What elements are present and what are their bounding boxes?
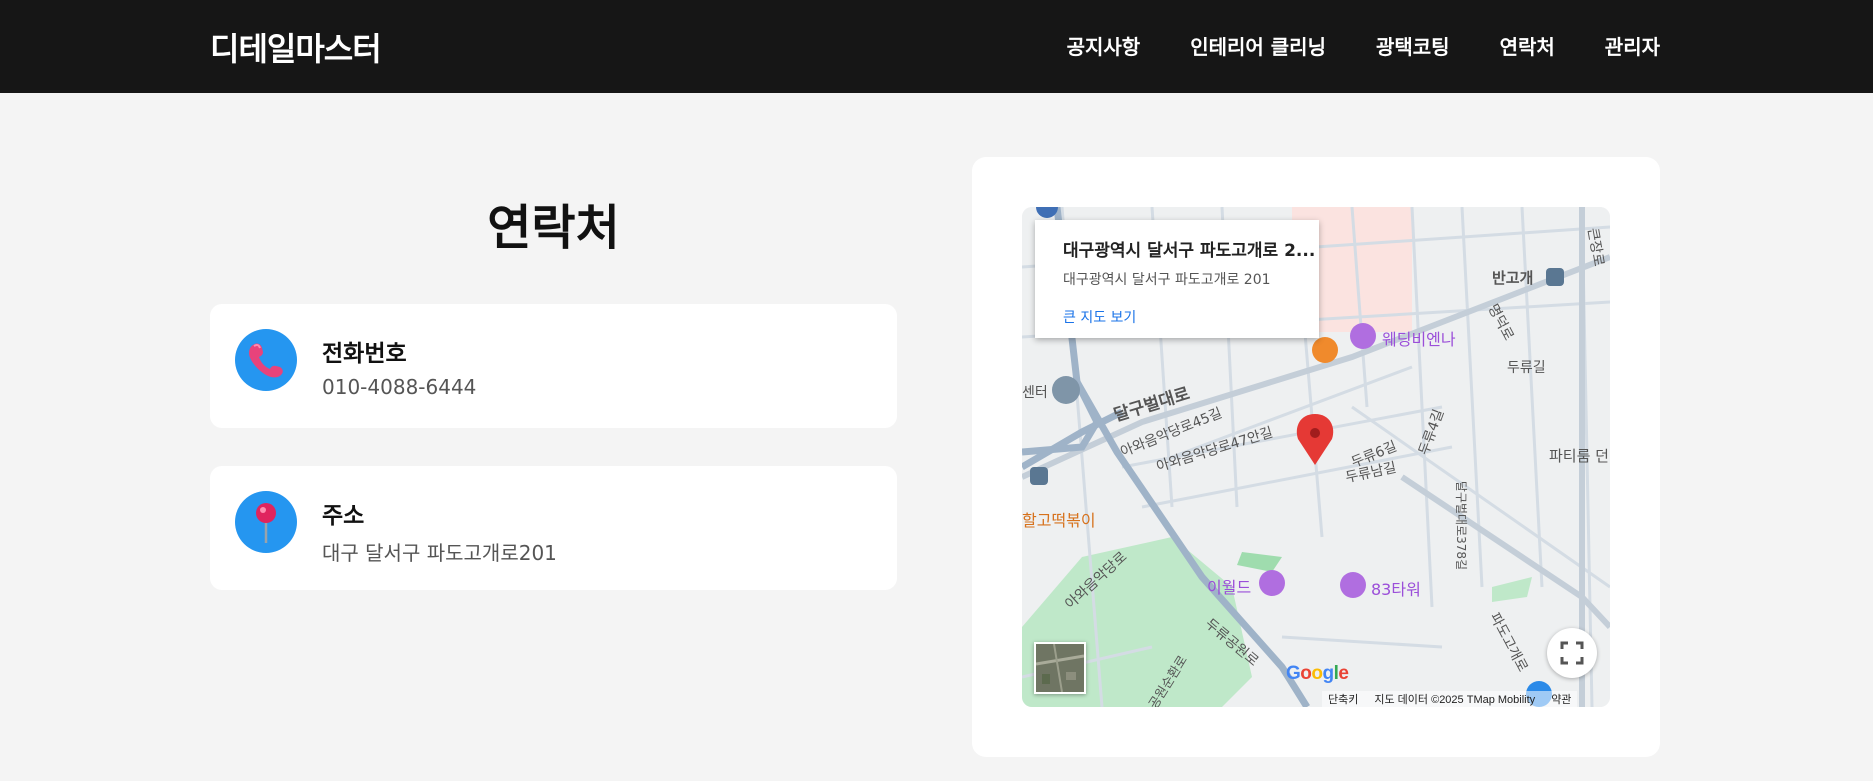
nav-notices[interactable]: 공지사항 xyxy=(1067,31,1141,60)
info-window-address: 대구광역시 달서구 파도고개로 201 xyxy=(1063,272,1271,288)
poi-label-83-tower[interactable]: 83타워 xyxy=(1371,576,1421,600)
terms-link[interactable]: 약관 xyxy=(1551,691,1571,707)
phone-icon xyxy=(235,329,297,391)
phone-card: 전화번호 010-4088-6444 xyxy=(210,304,897,428)
nav-interior-cleaning[interactable]: 인테리어 클리닝 xyxy=(1190,31,1326,60)
fullscreen-button[interactable] xyxy=(1547,628,1597,678)
map-label-street: 달구벌대로378길 xyxy=(1454,480,1469,571)
google-logo: Google xyxy=(1286,663,1349,684)
page-title: 연락처 xyxy=(487,200,620,256)
pin-icon xyxy=(235,491,297,553)
map-panel: 달구벌대로 아와음악당로45길 아와음악당로47안길 아와음악당로 두류공원로 … xyxy=(972,157,1660,757)
address-card: 주소 대구 달서구 파도고개로201 xyxy=(210,466,897,590)
poi-label-restaurant[interactable]: 할고떡볶이 xyxy=(1022,507,1096,531)
site-logo[interactable]: 디테일마스터 xyxy=(210,24,382,70)
map-info-window: 대구광역시 달서구 파도고개로 2... 대구광역시 달서구 파도고개로 201… xyxy=(1035,220,1319,338)
fullscreen-icon xyxy=(1560,641,1584,665)
address-label: 주소 xyxy=(322,503,365,529)
view-larger-map-link[interactable]: 큰 지도 보기 xyxy=(1063,307,1136,327)
google-map[interactable]: 달구벌대로 아와음악당로45길 아와음악당로47안길 아와음악당로 두류공원로 … xyxy=(1022,207,1610,707)
nav-contact[interactable]: 연락처 xyxy=(1500,31,1555,60)
map-label-place: 파티룸 던 xyxy=(1549,447,1609,465)
poi-label-eworld[interactable]: 이월드 xyxy=(1207,574,1251,598)
phone-number[interactable]: 010-4088-6444 xyxy=(322,375,476,399)
keyboard-shortcuts-link[interactable]: 단축키 xyxy=(1328,691,1358,707)
nav-gloss-coating[interactable]: 광택코팅 xyxy=(1376,31,1450,60)
map-attribution: 단축키 지도 데이터 ©2025 TMap Mobility 약관 xyxy=(1322,691,1578,707)
satellite-toggle-button[interactable] xyxy=(1034,642,1086,694)
info-window-title: 대구광역시 달서구 파도고개로 2... xyxy=(1063,241,1316,261)
map-label-place: 센터 xyxy=(1022,385,1048,401)
main-nav: 공지사항 인테리어 클리닝 광택코팅 연락처 관리자 xyxy=(1067,31,1660,60)
map-label-area: 반고개 xyxy=(1492,269,1534,287)
map-label-street: 두류길 xyxy=(1507,360,1546,376)
top-navbar: 디테일마스터 공지사항 인테리어 클리닝 광택코팅 연락처 관리자 xyxy=(0,0,1873,93)
poi-label-wedding-hall[interactable]: 웨딩비엔나 xyxy=(1382,326,1456,350)
satellite-thumbnail-icon xyxy=(1036,644,1084,692)
phone-label: 전화번호 xyxy=(322,341,407,367)
address-value: 대구 달서구 파도고개로201 xyxy=(322,541,557,565)
nav-admin[interactable]: 관리자 xyxy=(1605,31,1660,60)
map-data-credit[interactable]: 지도 데이터 ©2025 TMap Mobility xyxy=(1374,691,1535,707)
